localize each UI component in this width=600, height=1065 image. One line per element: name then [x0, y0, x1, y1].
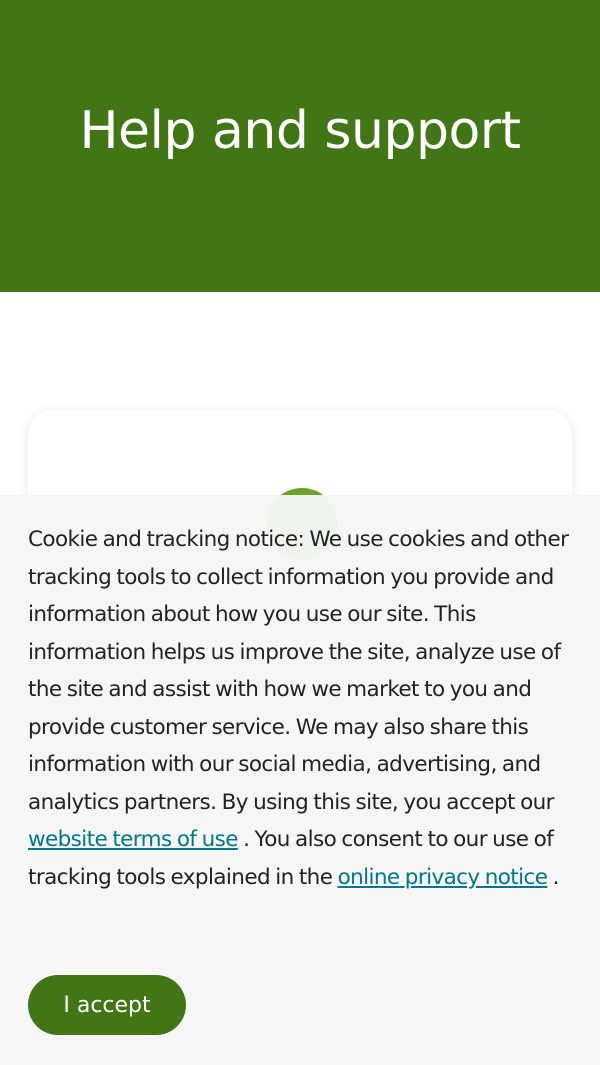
page-header: Help and support	[0, 0, 600, 292]
cookie-notice-text: Cookie and tracking notice: We use cooki…	[28, 521, 572, 896]
cookie-text-part1: Cookie and tracking notice: We use cooki…	[28, 527, 569, 815]
website-terms-link[interactable]: website terms of use	[28, 827, 238, 852]
page-title: Help and support	[79, 101, 521, 161]
cookie-banner: Cookie and tracking notice: We use cooki…	[0, 495, 600, 1065]
privacy-notice-link[interactable]: online privacy notice	[338, 865, 548, 890]
accept-cookies-button[interactable]: I accept	[28, 975, 186, 1035]
cookie-text-part3: .	[547, 864, 560, 890]
